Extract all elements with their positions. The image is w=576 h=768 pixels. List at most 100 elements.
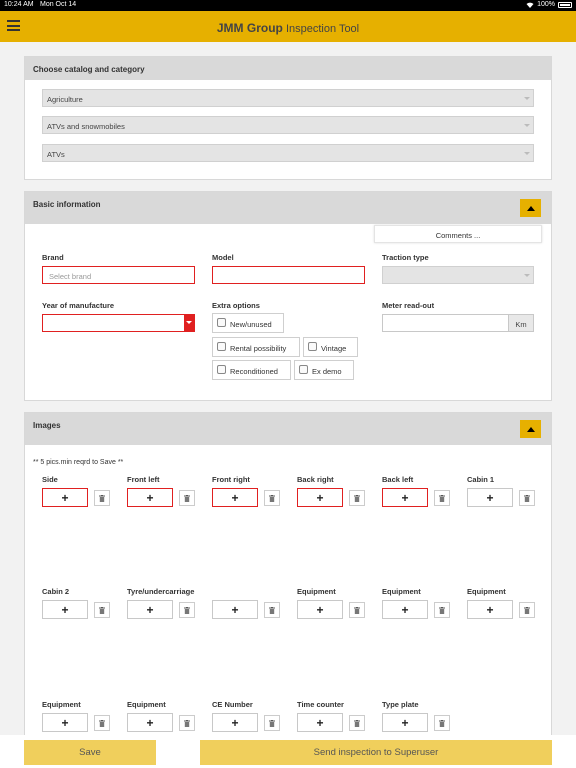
- add-image-button[interactable]: +: [42, 600, 88, 619]
- basic-info-header: Basic information: [25, 192, 551, 224]
- add-image-button[interactable]: +: [467, 488, 513, 507]
- add-image-button[interactable]: +: [382, 713, 428, 732]
- image-slot-label: Type plate: [382, 700, 419, 709]
- checkbox-icon: [308, 342, 317, 351]
- add-image-button[interactable]: +: [382, 600, 428, 619]
- trash-icon[interactable]: [179, 490, 195, 506]
- add-image-button[interactable]: +: [42, 713, 88, 732]
- trash-icon[interactable]: [179, 715, 195, 731]
- trash-icon[interactable]: [264, 602, 280, 618]
- model-input[interactable]: [212, 266, 365, 284]
- add-image-button[interactable]: +: [297, 600, 343, 619]
- trash-icon[interactable]: [94, 602, 110, 618]
- option-ex-demo[interactable]: Ex demo: [294, 360, 354, 380]
- trash-icon[interactable]: [434, 602, 450, 618]
- image-slot-label: CE Number: [212, 700, 253, 709]
- plus-icon: +: [401, 715, 409, 730]
- add-image-button[interactable]: +: [127, 488, 173, 507]
- add-image-button[interactable]: +: [297, 713, 343, 732]
- option-label: Vintage: [321, 344, 347, 353]
- trash-icon[interactable]: [264, 715, 280, 731]
- trash-icon[interactable]: [434, 490, 450, 506]
- year-label: Year of manufacture: [42, 301, 115, 310]
- add-image-button[interactable]: +: [467, 600, 513, 619]
- add-image-button[interactable]: +: [212, 488, 258, 507]
- image-slot-label: Back right: [297, 475, 334, 484]
- catalog-select[interactable]: Agriculture: [42, 89, 534, 107]
- trash-icon[interactable]: [349, 602, 365, 618]
- add-image-button[interactable]: +: [127, 600, 173, 619]
- trash-icon[interactable]: [519, 602, 535, 618]
- basic-info-panel: Basic information Comments ... Brand Sel…: [24, 191, 552, 401]
- option-rental[interactable]: Rental possibility: [212, 337, 300, 357]
- option-label: New/unused: [230, 320, 272, 329]
- plus-icon: +: [401, 602, 409, 617]
- trash-icon[interactable]: [94, 715, 110, 731]
- collapse-button[interactable]: [520, 199, 541, 217]
- option-reconditioned[interactable]: Reconditioned: [212, 360, 291, 380]
- traction-label: Traction type: [382, 253, 429, 262]
- collapse-button[interactable]: [520, 420, 541, 438]
- image-slot-label: Equipment: [382, 587, 421, 596]
- chevron-up-icon: [526, 427, 535, 432]
- add-image-button[interactable]: +: [382, 488, 428, 507]
- trash-icon[interactable]: [94, 490, 110, 506]
- add-image-button[interactable]: +: [297, 488, 343, 507]
- traction-select[interactable]: [382, 266, 534, 284]
- status-right: 100%: [526, 1, 572, 8]
- meter-unit: Km: [508, 314, 534, 332]
- plus-icon: +: [231, 715, 239, 730]
- save-button[interactable]: Save: [24, 740, 156, 765]
- trash-icon[interactable]: [519, 490, 535, 506]
- images-heading: Images: [33, 421, 61, 430]
- plus-icon: +: [486, 602, 494, 617]
- add-image-button[interactable]: +: [212, 600, 258, 619]
- trash-icon[interactable]: [179, 602, 195, 618]
- status-date: Mon Oct 14: [40, 1, 77, 8]
- trash-icon[interactable]: [349, 490, 365, 506]
- plus-icon: +: [146, 490, 154, 505]
- add-image-button[interactable]: +: [127, 713, 173, 732]
- trash-icon[interactable]: [264, 490, 280, 506]
- plus-icon: +: [61, 490, 69, 505]
- chevron-down-icon: [524, 274, 530, 277]
- battery-icon: [558, 1, 572, 8]
- status-bar: 10:24 AM Mon Oct 14 100%: [0, 0, 576, 11]
- catalog-heading: Choose catalog and category: [25, 57, 551, 80]
- footer-bar: Save Send inspection to Superuser: [0, 735, 576, 768]
- brand-label: Brand: [42, 253, 64, 262]
- add-image-button[interactable]: +: [212, 713, 258, 732]
- app-header: JMM Group Inspection Tool: [0, 11, 576, 42]
- meter-input[interactable]: [382, 314, 509, 332]
- plus-icon: +: [316, 602, 324, 617]
- subcategory-select[interactable]: ATVs: [42, 144, 534, 162]
- plus-icon: +: [146, 715, 154, 730]
- catalog-select-value: Agriculture: [47, 95, 83, 104]
- trash-icon[interactable]: [434, 715, 450, 731]
- checkbox-icon: [299, 365, 308, 374]
- image-slot-label: Front right: [212, 475, 250, 484]
- chevron-down-icon: [184, 315, 194, 331]
- chevron-up-icon: [526, 206, 535, 211]
- image-slot-label: Front left: [127, 475, 160, 484]
- image-slot-label: Tyre/undercarriage: [127, 587, 195, 596]
- year-select[interactable]: [42, 314, 195, 332]
- trash-icon[interactable]: [349, 715, 365, 731]
- status-time: 10:24 AM: [4, 1, 34, 8]
- option-vintage[interactable]: Vintage: [303, 337, 358, 357]
- plus-icon: +: [231, 490, 239, 505]
- add-image-button[interactable]: +: [42, 488, 88, 507]
- images-header: Images: [25, 413, 551, 445]
- image-slot-label: Equipment: [42, 700, 81, 709]
- extra-options-label: Extra options: [212, 301, 260, 310]
- category-select[interactable]: ATVs and snowmobiles: [42, 116, 534, 134]
- send-to-superuser-button[interactable]: Send inspection to Superuser: [200, 740, 552, 765]
- model-label: Model: [212, 253, 234, 262]
- option-new-unused[interactable]: New/unused: [212, 313, 284, 333]
- chevron-down-icon: [524, 97, 530, 100]
- checkbox-icon: [217, 365, 226, 374]
- comments-button[interactable]: Comments ...: [374, 225, 542, 243]
- checkbox-icon: [217, 318, 226, 327]
- brand-input[interactable]: Select brand: [42, 266, 195, 284]
- plus-icon: +: [231, 602, 239, 617]
